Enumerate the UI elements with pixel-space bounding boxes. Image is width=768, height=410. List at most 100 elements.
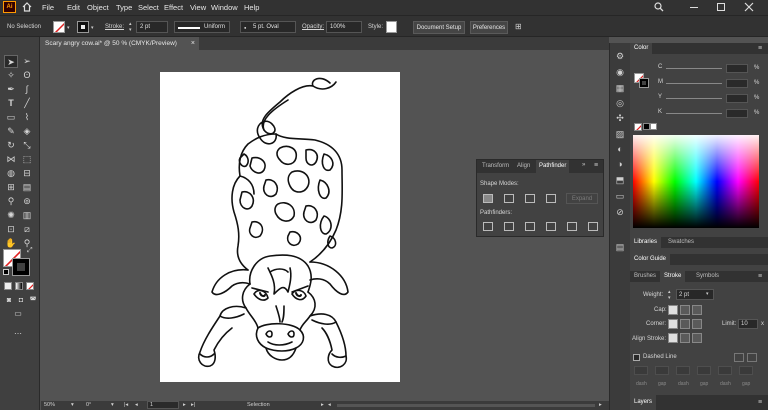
fill-swatch[interactable] (53, 21, 65, 33)
column-graph-tool-icon[interactable]: ▥ (20, 209, 34, 222)
artboard-number-field[interactable]: 1 (147, 401, 179, 409)
white-swatch[interactable] (650, 123, 657, 130)
lasso-tool-icon[interactable]: ʘ (20, 69, 34, 82)
projecting-cap-icon[interactable] (692, 305, 702, 315)
type-tool-icon[interactable]: T (4, 97, 18, 110)
gap-field[interactable] (697, 366, 711, 375)
limit-field[interactable]: 10 (738, 319, 758, 329)
close-icon[interactable] (744, 2, 754, 12)
screen-mode-icon[interactable]: ▭ (11, 307, 25, 320)
exclude-icon[interactable] (546, 194, 556, 203)
minus-front-icon[interactable] (504, 194, 514, 203)
document-setup-button[interactable]: Document Setup (413, 21, 465, 34)
menu-help[interactable]: Help (244, 3, 259, 12)
menu-view[interactable]: View (190, 3, 206, 12)
yellow-field[interactable] (726, 94, 748, 103)
transparency-icon[interactable]: ▨ (613, 127, 627, 141)
trim-icon[interactable] (504, 222, 514, 231)
status-menu-icon[interactable]: ▸ (321, 402, 324, 408)
zoom-level[interactable]: 50% (44, 402, 55, 408)
perspective-grid-tool-icon[interactable]: ⊟ (20, 167, 34, 180)
none-swatch[interactable] (634, 123, 642, 131)
artboard-next-icon[interactable]: ▸ (183, 402, 186, 408)
shape-builder-tool-icon[interactable]: ◍ (4, 167, 18, 180)
tab-layers[interactable]: Layers (630, 395, 657, 410)
dash-field[interactable] (718, 366, 732, 375)
gradient-mode-icon[interactable] (15, 282, 23, 290)
weight-dropdown-icon[interactable]: ▾ (706, 291, 709, 297)
gap-field[interactable] (655, 366, 669, 375)
stroke-dropdown-icon[interactable]: ▾ (91, 25, 94, 31)
maximize-button[interactable] (717, 3, 725, 11)
menu-edit[interactable]: Edit (67, 3, 80, 12)
stroke-weight-field[interactable]: 2 pt (136, 21, 168, 33)
search-icon[interactable] (654, 2, 664, 12)
collapse-icon[interactable]: » (582, 162, 585, 168)
home-icon[interactable] (22, 2, 32, 12)
outline-icon[interactable] (567, 222, 577, 231)
opacity-field[interactable]: 100% (326, 21, 362, 33)
round-join-icon[interactable] (680, 319, 690, 329)
menu-type[interactable]: Type (116, 3, 132, 12)
preferences-button[interactable]: Preferences (470, 21, 508, 34)
eraser-tool-icon[interactable]: ◈ (20, 125, 34, 138)
yellow-slider[interactable] (666, 98, 722, 99)
rotate-tool-icon[interactable]: ↻ (4, 139, 18, 152)
menu-object[interactable]: Object (87, 3, 109, 12)
app-logo[interactable]: Ai (3, 1, 16, 13)
unite-icon[interactable] (483, 194, 493, 203)
stroke-color-box[interactable] (12, 258, 30, 276)
tab-color[interactable]: Color (630, 43, 653, 54)
artboard-tool-icon[interactable]: ⊡ (4, 223, 18, 236)
stroke-panel-menu-icon[interactable]: ≡ (758, 271, 762, 282)
variable-width-profile[interactable]: Uniform (174, 21, 230, 33)
artboard-prev-icon[interactable]: ◂ (135, 402, 138, 408)
width-tool-icon[interactable]: ⋈ (4, 153, 18, 166)
tab-stroke[interactable]: Stroke (660, 271, 686, 282)
stroke-stepper-icon[interactable]: ▴ ▾ (129, 21, 132, 33)
libraries-icon[interactable]: ▦ (613, 81, 627, 95)
blend-tool-icon[interactable]: ⊚ (20, 195, 34, 208)
default-colors-icon[interactable] (3, 269, 9, 275)
weight-stepper-icon[interactable]: ▴ ▾ (668, 289, 671, 301)
tab-color-guide[interactable]: Color Guide (630, 254, 671, 265)
direct-selection-tool-icon[interactable]: ➢ (20, 55, 34, 68)
magenta-field[interactable] (726, 79, 748, 88)
graphic-styles-icon[interactable]: ◑ (613, 157, 627, 171)
graphic-style-swatch[interactable] (386, 21, 397, 33)
black-swatch[interactable] (643, 123, 650, 130)
brush-definition[interactable]: ● 5 pt. Oval (240, 21, 296, 33)
paintbrush-tool-icon[interactable]: ⌇ (20, 111, 34, 124)
dash-align-icon[interactable] (747, 353, 757, 362)
menu-file[interactable]: File (42, 3, 54, 12)
artboard-last-icon[interactable]: ▸| (191, 402, 195, 408)
links-icon[interactable]: ⊘ (613, 205, 627, 219)
none-mode-icon[interactable] (26, 282, 34, 290)
crop-icon[interactable] (546, 222, 556, 231)
brushes-icon[interactable]: ◎ (613, 96, 627, 110)
layers-panel-menu-icon[interactable]: ≡ (758, 397, 762, 408)
minus-back-icon[interactable] (588, 222, 598, 231)
panel-menu-icon[interactable]: ≡ (594, 162, 598, 169)
symbol-sprayer-tool-icon[interactable]: ✺ (4, 209, 18, 222)
tab-symbols[interactable]: Symbols (696, 271, 719, 282)
miter-join-icon[interactable] (668, 319, 678, 329)
rotation-dropdown-icon[interactable]: ▾ (111, 402, 114, 408)
color-panel-menu-icon[interactable]: ≡ (758, 43, 762, 54)
document-tab[interactable]: Scary angry cow.ai* @ 50 % (CMYK/Preview… (41, 37, 199, 50)
color-stroke-box[interactable] (639, 78, 649, 88)
pen-tool-icon[interactable]: ✒ (4, 83, 18, 96)
menu-effect[interactable]: Effect (164, 3, 183, 12)
artboard[interactable] (160, 72, 400, 382)
tab-transform[interactable]: Transform (482, 163, 509, 169)
rotation-value[interactable]: 0° (86, 402, 91, 408)
align-outside-icon[interactable] (692, 333, 702, 343)
divide-icon[interactable] (483, 222, 493, 231)
layers-icon[interactable]: ◉ (613, 65, 627, 79)
dash-field[interactable] (676, 366, 690, 375)
curvature-tool-icon[interactable]: ∫ (20, 83, 34, 96)
line-segment-tool-icon[interactable]: ╱ (20, 97, 34, 110)
edit-toolbar-icon[interactable]: ⋯ (11, 327, 25, 340)
zoom-dropdown-icon[interactable]: ▾ (71, 402, 74, 408)
dash-field[interactable] (634, 366, 648, 375)
